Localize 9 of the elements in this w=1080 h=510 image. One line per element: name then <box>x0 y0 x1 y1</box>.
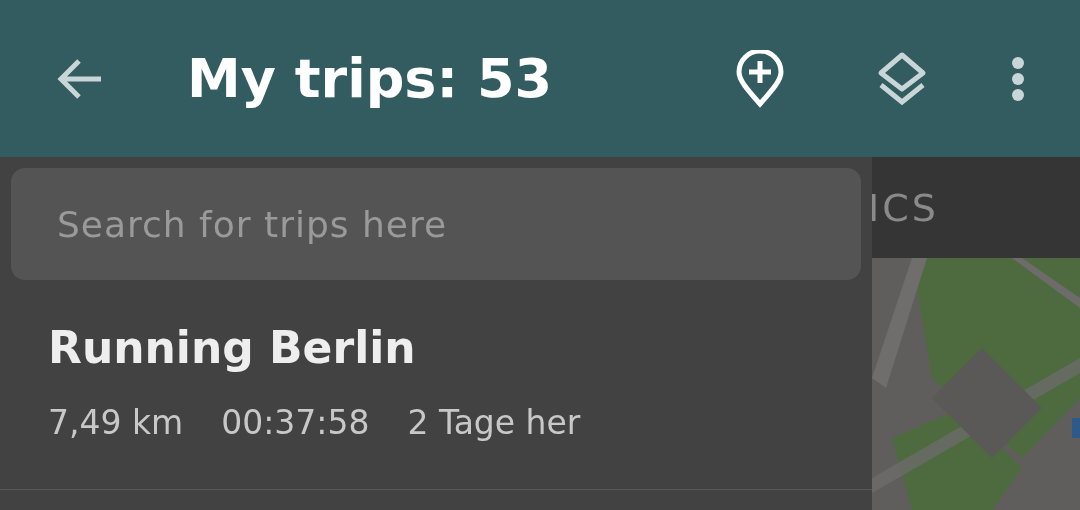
trip-distance: 7,49 km <box>48 403 184 442</box>
tab-label[interactable]: ICS <box>872 185 939 230</box>
search-field[interactable]: Search for trips here <box>11 168 861 280</box>
trip-age: 2 Tage her <box>407 403 581 442</box>
trip-duration: 00:37:58 <box>221 403 370 442</box>
trip-name: Running Berlin <box>48 322 417 373</box>
more-icon <box>1011 55 1025 102</box>
screen-title: My trips: 53 <box>187 47 554 110</box>
add-location-icon <box>736 49 784 108</box>
